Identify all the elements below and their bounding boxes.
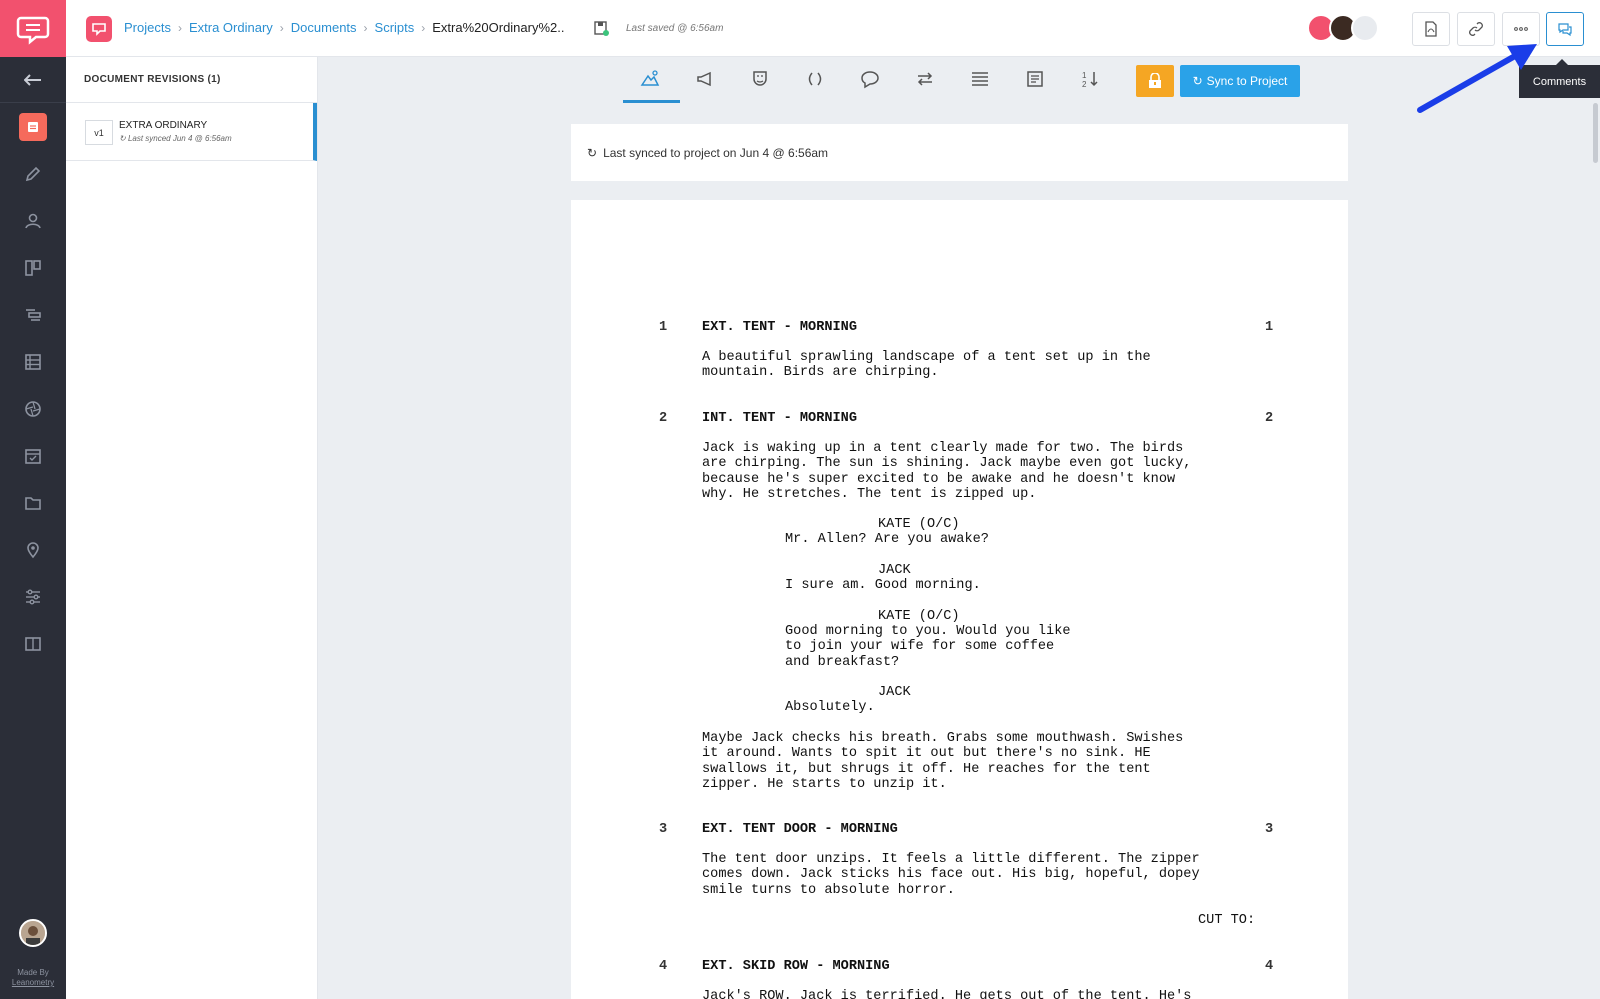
sync-to-project-button[interactable]: ↻ Sync to Project xyxy=(1180,65,1300,97)
script-toolbar: 12 xyxy=(318,57,1600,103)
action-block[interactable]: Maybe Jack checks his breath. Grabs some… xyxy=(702,731,1183,792)
dialogue-bubble-icon[interactable] xyxy=(855,65,885,93)
location-pin-icon[interactable] xyxy=(19,536,47,564)
made-by-text: Made By xyxy=(17,968,49,977)
scene-heading[interactable]: EXT. TENT - MORNING xyxy=(702,320,857,335)
breadcrumb-project[interactable]: Extra Ordinary xyxy=(189,20,273,35)
sliders-icon[interactable] xyxy=(19,583,47,611)
chevron-right-icon: › xyxy=(363,20,368,35)
scrollbar[interactable] xyxy=(1593,103,1598,163)
action-block[interactable]: The tent door unzips. It feels a little … xyxy=(702,852,1200,898)
action-block[interactable]: Jack is waking up in a tent clearly made… xyxy=(702,441,1191,502)
stripboard-icon[interactable] xyxy=(19,301,47,329)
transition-icon[interactable] xyxy=(910,65,940,93)
back-arrow-icon[interactable] xyxy=(0,57,66,103)
user-avatar[interactable] xyxy=(19,919,47,947)
parenthetical-icon[interactable] xyxy=(800,65,830,93)
script-page[interactable]: 1 EXT. TENT - MORNING 1 A beautiful spra… xyxy=(571,200,1348,999)
scene-number: 2 xyxy=(659,411,668,426)
transition[interactable]: CUT TO: xyxy=(1198,913,1255,928)
character-name[interactable]: JACK xyxy=(878,685,911,700)
comments-icon xyxy=(1558,23,1572,37)
made-by-credit: Made By Leanometry xyxy=(0,968,66,988)
lock-icon xyxy=(1149,73,1161,88)
scene-number: 1 xyxy=(659,320,668,335)
sync-icon: ↻ xyxy=(1192,74,1203,88)
character-mask-icon[interactable] xyxy=(745,65,775,93)
note-icon[interactable] xyxy=(1020,65,1050,93)
chevron-right-icon: › xyxy=(177,20,182,35)
scene-number: 3 xyxy=(1265,822,1274,837)
revision-synced-label: Last synced Jun 4 @ 6:56am xyxy=(127,134,232,143)
pencil-icon[interactable] xyxy=(19,160,47,188)
folder-icon[interactable] xyxy=(19,489,47,517)
breadcrumb: Projects › Extra Ordinary › Documents › … xyxy=(124,20,565,35)
last-saved-text: Last saved @ 6:56am xyxy=(626,23,724,34)
sync-icon: ↻ xyxy=(119,134,128,143)
collaborator-avatars xyxy=(1307,14,1379,42)
active-tool-indicator xyxy=(623,100,680,103)
revision-version-tag: v1 xyxy=(85,120,113,145)
scene-number: 4 xyxy=(659,959,668,974)
revision-item[interactable]: v1 EXTRA ORDINARY ↻ Last synced Jun 4 @ … xyxy=(66,103,317,161)
lock-script-button[interactable] xyxy=(1136,65,1174,97)
scene-heading-icon[interactable] xyxy=(635,65,665,93)
svg-text:2: 2 xyxy=(1082,80,1087,89)
breadcrumb-documents[interactable]: Documents xyxy=(291,20,357,35)
action-block[interactable]: A beautiful sprawling landscape of a ten… xyxy=(702,350,1151,381)
book-icon[interactable] xyxy=(19,630,47,658)
left-rail: Made By Leanometry xyxy=(0,0,66,999)
comments-button[interactable] xyxy=(1546,12,1584,46)
save-status-icon xyxy=(593,20,609,36)
scene-number: 4 xyxy=(1265,959,1274,974)
revision-title: EXTRA ORDINARY xyxy=(119,120,208,131)
link-icon xyxy=(1469,22,1483,36)
dialogue[interactable]: I sure am. Good morning. xyxy=(785,578,981,593)
contacts-icon[interactable] xyxy=(19,207,47,235)
shot-list-icon[interactable] xyxy=(19,348,47,376)
sync-icon: ↻ xyxy=(587,145,598,160)
made-by-link[interactable]: Leanometry xyxy=(0,978,66,988)
pointer-arrow-annotation xyxy=(1417,44,1537,113)
action-block[interactable]: Jack's ROW. Jack is terrified. He gets o… xyxy=(702,989,1191,999)
sync-status-banner: ↻ Last synced to project on Jun 4 @ 6:56… xyxy=(571,124,1348,181)
scene-numbering-icon[interactable]: 12 xyxy=(1075,65,1105,93)
dialogue[interactable]: Absolutely. xyxy=(785,700,875,715)
aperture-icon[interactable] xyxy=(19,395,47,423)
svg-text:1: 1 xyxy=(1082,71,1087,80)
document-revisions-panel: DOCUMENT REVISIONS (1) v1 EXTRA ORDINARY… xyxy=(66,57,318,999)
character-name[interactable]: KATE (O/C) xyxy=(878,609,960,624)
chevron-right-icon: › xyxy=(279,20,284,35)
sync-button-label: Sync to Project xyxy=(1206,74,1288,88)
script-nav-icon[interactable] xyxy=(19,113,47,141)
dialogue[interactable]: Mr. Allen? Are you awake? xyxy=(785,532,989,547)
breadcrumb-scripts[interactable]: Scripts xyxy=(375,20,415,35)
calendar-icon[interactable] xyxy=(19,442,47,470)
revisions-header: DOCUMENT REVISIONS (1) xyxy=(66,57,317,103)
scene-heading[interactable]: INT. TENT - MORNING xyxy=(702,411,857,426)
scene-number: 3 xyxy=(659,822,668,837)
storyboard-icon[interactable] xyxy=(19,254,47,282)
character-name[interactable]: KATE (O/C) xyxy=(878,517,960,532)
studiobinder-logo-icon[interactable] xyxy=(0,0,66,57)
scene-heading[interactable]: EXT. TENT DOOR - MORNING xyxy=(702,822,898,837)
sync-status-text: Last synced to project on Jun 4 @ 6:56am xyxy=(603,145,829,160)
add-collaborator-avatar[interactable] xyxy=(1351,14,1379,42)
scene-heading[interactable]: EXT. SKID ROW - MORNING xyxy=(702,959,890,974)
dialogue[interactable]: Good morning to you. Would you like to j… xyxy=(785,624,1071,670)
scene-number: 1 xyxy=(1265,320,1274,335)
breadcrumb-current-document: Extra%20Ordinary%2.. xyxy=(432,20,565,35)
action-lines-icon[interactable] xyxy=(965,65,995,93)
chevron-right-icon: › xyxy=(421,20,426,35)
breadcrumb-projects[interactable]: Projects xyxy=(124,20,171,35)
revision-synced-text: ↻ Last synced Jun 4 @ 6:56am xyxy=(119,134,232,143)
character-name[interactable]: JACK xyxy=(878,563,911,578)
scene-number: 2 xyxy=(1265,411,1274,426)
pdf-icon xyxy=(1425,21,1437,37)
project-badge-icon[interactable] xyxy=(86,16,112,42)
ellipsis-icon xyxy=(1514,27,1528,31)
megaphone-icon[interactable] xyxy=(690,65,720,93)
top-bar: Projects › Extra Ordinary › Documents › … xyxy=(66,0,1600,57)
